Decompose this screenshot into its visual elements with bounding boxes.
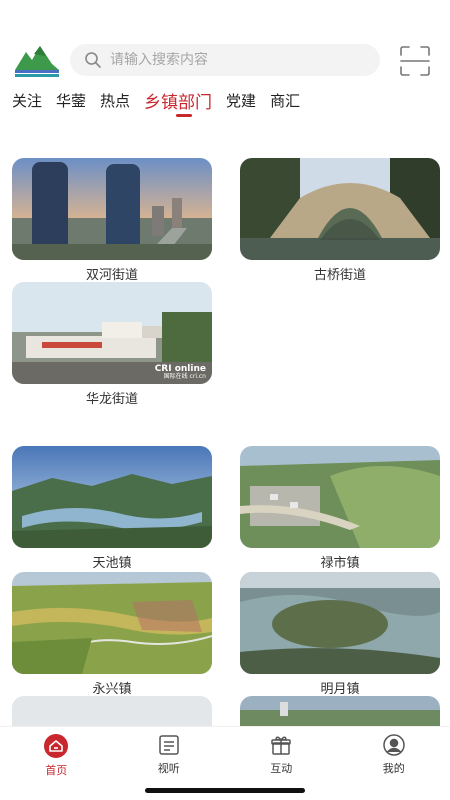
tab-towns-departments[interactable]: 乡镇部门 xyxy=(144,84,212,120)
tab-business[interactable]: 商汇 xyxy=(270,84,300,120)
town-card-lushi[interactable]: 禄市镇 xyxy=(240,446,440,571)
watermark: CRI online 国际在线 cri.cn xyxy=(154,364,206,380)
search-input[interactable] xyxy=(110,52,350,68)
gift-icon xyxy=(271,736,291,755)
town-photo xyxy=(240,446,440,548)
tabbar-media[interactable]: 视听 xyxy=(113,727,226,782)
tab-party-building[interactable]: 党建 xyxy=(226,84,256,120)
scan-icon[interactable] xyxy=(398,44,432,78)
tabbar-label: 我的 xyxy=(382,762,405,775)
home-indicator xyxy=(145,788,305,793)
category-tabs: 关注 华蓥 热点 乡镇部门 党建 商汇 xyxy=(0,84,450,120)
tabbar-label: 互动 xyxy=(270,762,293,775)
town-caption: 明月镇 xyxy=(320,682,360,697)
town-photo xyxy=(240,696,440,726)
home-icon xyxy=(44,734,69,758)
app: 关注 华蓥 热点 乡镇部门 党建 商汇 xyxy=(0,0,450,800)
town-caption: 双河街道 xyxy=(85,268,138,283)
town-card-mingyue[interactable]: 明月镇 xyxy=(240,572,440,697)
town-caption: 禄市镇 xyxy=(320,556,360,571)
user-icon xyxy=(383,734,405,756)
town-card-yongxing[interactable]: 永兴镇 xyxy=(12,572,212,697)
tabbar-label: 首页 xyxy=(45,764,68,777)
tab-hot[interactable]: 热点 xyxy=(100,84,130,120)
town-card-tianchi[interactable]: 天池镇 xyxy=(12,446,212,571)
town-caption: 天池镇 xyxy=(92,556,132,571)
town-caption: 古桥街道 xyxy=(313,268,366,283)
town-photo xyxy=(12,572,212,674)
town-card-hualong[interactable]: CRI online 国际在线 cri.cn 华龙街道 xyxy=(12,282,212,407)
tabbar-label: 视听 xyxy=(157,762,180,775)
app-logo[interactable] xyxy=(12,40,62,80)
town-card-partial[interactable] xyxy=(12,696,212,726)
header xyxy=(0,36,450,86)
bottom-tab-bar: 首页 视听 互动 我的 xyxy=(0,726,450,782)
town-card-partial[interactable] xyxy=(240,696,440,726)
town-photo: CRI online 国际在线 cri.cn xyxy=(12,282,212,384)
tabbar-interact[interactable]: 互动 xyxy=(225,727,338,782)
town-card-guqiao[interactable]: 古桥街道 xyxy=(240,158,440,283)
town-photo xyxy=(240,158,440,260)
tabbar-home[interactable]: 首页 xyxy=(0,727,113,782)
town-photo xyxy=(12,696,212,726)
town-caption: 永兴镇 xyxy=(92,682,132,697)
town-card-shuanghe[interactable]: 双河街道 xyxy=(12,158,212,283)
town-photo xyxy=(240,572,440,674)
tabbar-profile[interactable]: 我的 xyxy=(338,727,450,782)
search-icon xyxy=(85,52,101,68)
news-icon xyxy=(159,735,179,755)
town-photo xyxy=(12,446,212,548)
town-photo xyxy=(12,158,212,260)
search-bar[interactable] xyxy=(70,44,380,76)
town-grid: 双河街道 古桥街道 CRI online 国际在线 cri.cn 华龙街道 天池… xyxy=(0,150,450,726)
tab-follow[interactable]: 关注 xyxy=(12,84,42,120)
town-caption: 华龙街道 xyxy=(85,392,138,407)
tab-huaying[interactable]: 华蓥 xyxy=(56,84,86,120)
